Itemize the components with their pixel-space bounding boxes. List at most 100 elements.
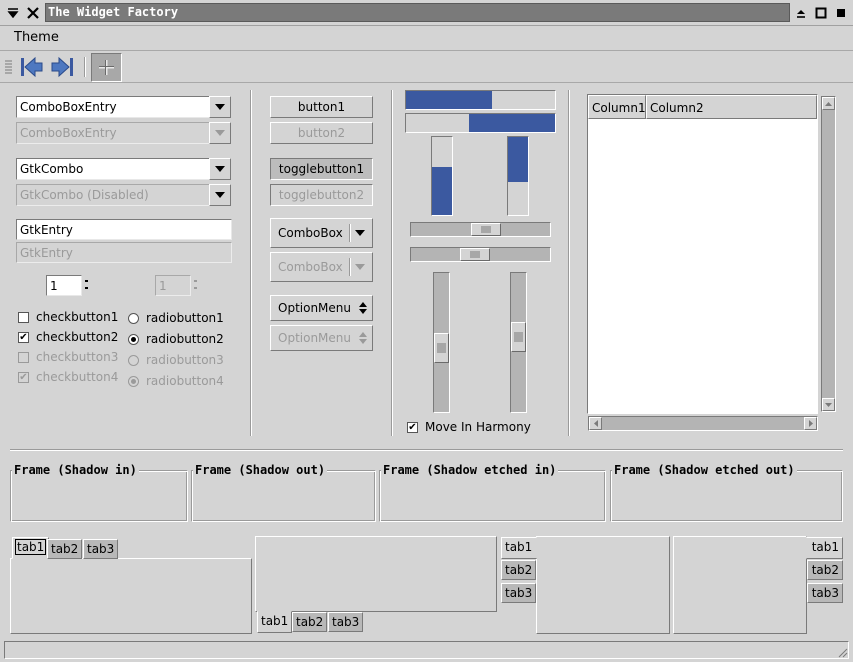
hscale-1[interactable] <box>410 222 551 237</box>
treeview[interactable]: Column1 Column2 <box>587 94 818 414</box>
goto-first-icon[interactable] <box>18 55 44 79</box>
notebook-bottom-tab3[interactable]: tab3 <box>328 612 364 632</box>
notebook-left-tab3[interactable]: tab3 <box>501 583 536 603</box>
spin-button-disabled-input: 1 <box>155 275 191 296</box>
updown-arrows-icon <box>359 302 367 314</box>
chevron-down-icon <box>355 230 365 236</box>
button2: button2 <box>270 122 373 144</box>
checkbutton2-label[interactable]: checkbutton2 <box>36 330 118 344</box>
togglebutton1[interactable]: togglebutton1 <box>270 158 373 180</box>
notebook-bottom-tab2[interactable]: tab2 <box>292 612 328 632</box>
chevron-down-icon <box>355 264 365 270</box>
notebook-bottom-tab1[interactable]: tab1 <box>257 611 293 633</box>
vscale-2[interactable] <box>510 272 527 413</box>
menu-bar: Theme <box>0 27 853 51</box>
chevron-down-icon <box>215 130 225 136</box>
shade-icon[interactable] <box>792 4 810 22</box>
checkbutton3-label: checkbutton3 <box>36 350 119 364</box>
frame-shadow-etched-in <box>379 470 606 522</box>
spin-button-input[interactable]: 1 <box>46 275 82 296</box>
comboboxentry-disabled-dropdown <box>209 122 231 144</box>
vscale-1-slider[interactable] <box>434 332 449 363</box>
column2-header[interactable]: Column2 <box>646 95 817 119</box>
chevron-down-icon <box>215 104 225 110</box>
treeview-vscrollbar[interactable] <box>821 96 836 412</box>
gtkentry-disabled-input: GtkEntry <box>16 242 232 263</box>
minimize-icon[interactable] <box>832 4 850 22</box>
radiobutton1-circle[interactable] <box>128 313 139 324</box>
add-button[interactable] <box>91 53 122 82</box>
window-menu-icon[interactable] <box>4 4 22 22</box>
menu-theme[interactable]: Theme <box>14 30 59 45</box>
gtkcombo-input[interactable]: GtkCombo <box>16 158 210 180</box>
radiobutton4-circle <box>128 376 139 387</box>
spin-arrows-disabled-icon <box>193 278 199 292</box>
move-in-harmony-checkbox[interactable]: ✔ <box>407 422 418 433</box>
chevron-down-icon <box>825 402 832 407</box>
radiobutton1-label[interactable]: radiobutton1 <box>146 311 224 325</box>
treeview-hscrollbar[interactable] <box>588 416 818 431</box>
toolbar <box>0 51 853 83</box>
notebook-top-tab3[interactable]: tab3 <box>83 539 119 559</box>
hscale-2-slider[interactable] <box>460 248 491 261</box>
combobox[interactable]: ComboBox <box>270 218 373 248</box>
move-in-harmony-label[interactable]: Move In Harmony <box>425 420 531 434</box>
notebook-top-tab2[interactable]: tab2 <box>47 539 83 559</box>
chevron-down-icon <box>215 192 225 198</box>
checkbutton1-label[interactable]: checkbutton1 <box>36 310 118 324</box>
frame-shadow-etched-out-label: Frame (Shadow etched out) <box>612 463 797 477</box>
optionmenu-disabled: OptionMenu <box>270 325 373 351</box>
progress-fill-v1 <box>432 166 452 215</box>
column-separator-2 <box>391 90 393 436</box>
chevron-up-icon <box>825 101 832 106</box>
notebook-top-tab1[interactable]: tab1 <box>12 537 50 559</box>
close-icon[interactable] <box>24 4 42 22</box>
hscale-2[interactable] <box>410 247 551 262</box>
togglebutton2: togglebutton2 <box>270 184 373 206</box>
add-icon <box>99 60 114 75</box>
goto-last-icon[interactable] <box>50 55 76 79</box>
scroll-up-button[interactable] <box>822 97 835 110</box>
checkbutton1-box[interactable] <box>18 312 29 323</box>
optionmenu[interactable]: OptionMenu <box>270 295 373 321</box>
notebook-left-page <box>536 536 670 634</box>
notebook-right-tab3[interactable]: tab3 <box>807 583 843 603</box>
spin-arrows-icon[interactable] <box>84 278 90 292</box>
vscale-2-slider[interactable] <box>511 322 526 353</box>
vscale-1[interactable] <box>433 272 450 413</box>
frame-shadow-etched-out <box>610 470 843 522</box>
gtkentry-input[interactable]: GtkEntry <box>16 219 232 240</box>
hscale-1-slider[interactable] <box>470 223 501 236</box>
progress-fill-h2 <box>468 114 555 132</box>
checkbutton2-box[interactable]: ✔ <box>18 332 29 343</box>
progress-bar-v1 <box>431 136 453 216</box>
column2-header-label: Column2 <box>650 101 704 115</box>
combobox-disabled-label: ComboBox <box>278 260 343 274</box>
notebook-right-tab1[interactable]: tab1 <box>806 537 843 559</box>
notebook-left-tab2[interactable]: tab2 <box>501 560 536 580</box>
comboboxentry-dropdown-button[interactable] <box>209 96 231 118</box>
notebook-right-tab2[interactable]: tab2 <box>807 560 843 580</box>
comboboxentry-input[interactable]: ComboBoxEntry <box>16 96 210 118</box>
column1-header[interactable]: Column1 <box>588 95 646 119</box>
radiobutton3-label: radiobutton3 <box>146 353 224 367</box>
notebook-left-tab1[interactable]: tab1 <box>501 537 537 559</box>
progress-bar-v2 <box>507 136 529 216</box>
radiobutton2-circle[interactable] <box>128 334 139 345</box>
resize-grip-icon[interactable] <box>836 646 848 658</box>
checkbutton3-box <box>18 352 29 363</box>
gtkcombo-dropdown-button[interactable] <box>209 158 231 180</box>
checkbutton4-box: ✔ <box>18 372 29 383</box>
notebook-bottom-page <box>255 536 497 612</box>
scroll-down-button[interactable] <box>822 398 835 411</box>
optionmenu-disabled-label: OptionMenu <box>278 331 351 345</box>
button1[interactable]: button1 <box>270 96 373 118</box>
scroll-left-button[interactable] <box>589 417 602 430</box>
progress-fill-h1 <box>406 91 493 109</box>
radiobutton2-label[interactable]: radiobutton2 <box>146 332 224 346</box>
maximize-icon[interactable] <box>812 4 830 22</box>
radiobutton3-circle <box>128 355 139 366</box>
toolbar-grip-icon[interactable] <box>5 58 12 76</box>
scroll-right-button[interactable] <box>804 417 817 430</box>
chevron-left-icon <box>593 420 598 427</box>
